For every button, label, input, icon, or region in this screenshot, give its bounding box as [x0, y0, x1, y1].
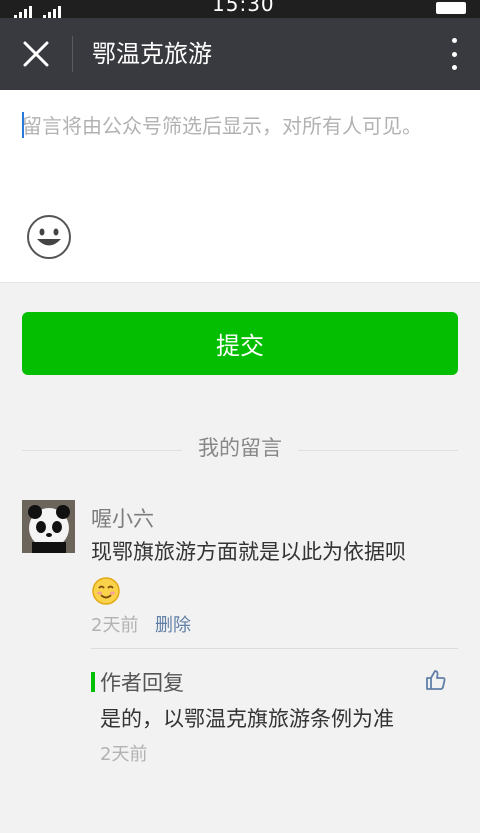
more-icon [451, 38, 457, 43]
signal-icon-2 [43, 6, 61, 18]
status-time: 15:30 [212, 0, 275, 16]
comment-input[interactable] [22, 110, 462, 190]
signal-icon [14, 6, 32, 18]
close-icon [23, 41, 49, 67]
comment-time: 2天前 [91, 615, 139, 636]
battery-icon [436, 2, 466, 14]
comment-content: 现鄂旗旅游方面就是以此为依据呗 [91, 540, 406, 564]
reply-divider [91, 648, 458, 649]
more-button[interactable] [450, 38, 458, 70]
status-bar: 15:30 [0, 0, 480, 18]
emoji-icon [27, 215, 71, 259]
avatar [22, 500, 75, 553]
reply-content: 是的，以鄂温克旗旅游条例为准 [100, 707, 394, 731]
close-button[interactable] [18, 36, 54, 72]
thumb-up-icon [426, 670, 446, 690]
comment-nickname: 喔小六 [91, 507, 154, 531]
my-comments-title: 我的留言 [0, 432, 480, 462]
signal-indicators [14, 0, 61, 18]
text-caret [22, 112, 24, 138]
smile-emoji-icon [92, 577, 120, 605]
like-button[interactable] [424, 668, 448, 692]
delete-button[interactable]: 删除 [155, 611, 191, 637]
page-title: 鄂温克旅游 [92, 40, 212, 68]
reply-label: 作者回复 [100, 671, 184, 695]
reply-accent-bar [91, 672, 95, 692]
nav-divider [72, 36, 73, 72]
nav-bar: 鄂温克旅游 [0, 18, 480, 90]
reply-time: 2天前 [100, 744, 148, 765]
submit-button[interactable]: 提交 [22, 312, 458, 375]
comment-editor [0, 90, 480, 283]
panda-avatar-icon [22, 500, 75, 553]
my-comments-label: 我的留言 [188, 436, 292, 460]
emoji-button[interactable] [26, 214, 72, 260]
